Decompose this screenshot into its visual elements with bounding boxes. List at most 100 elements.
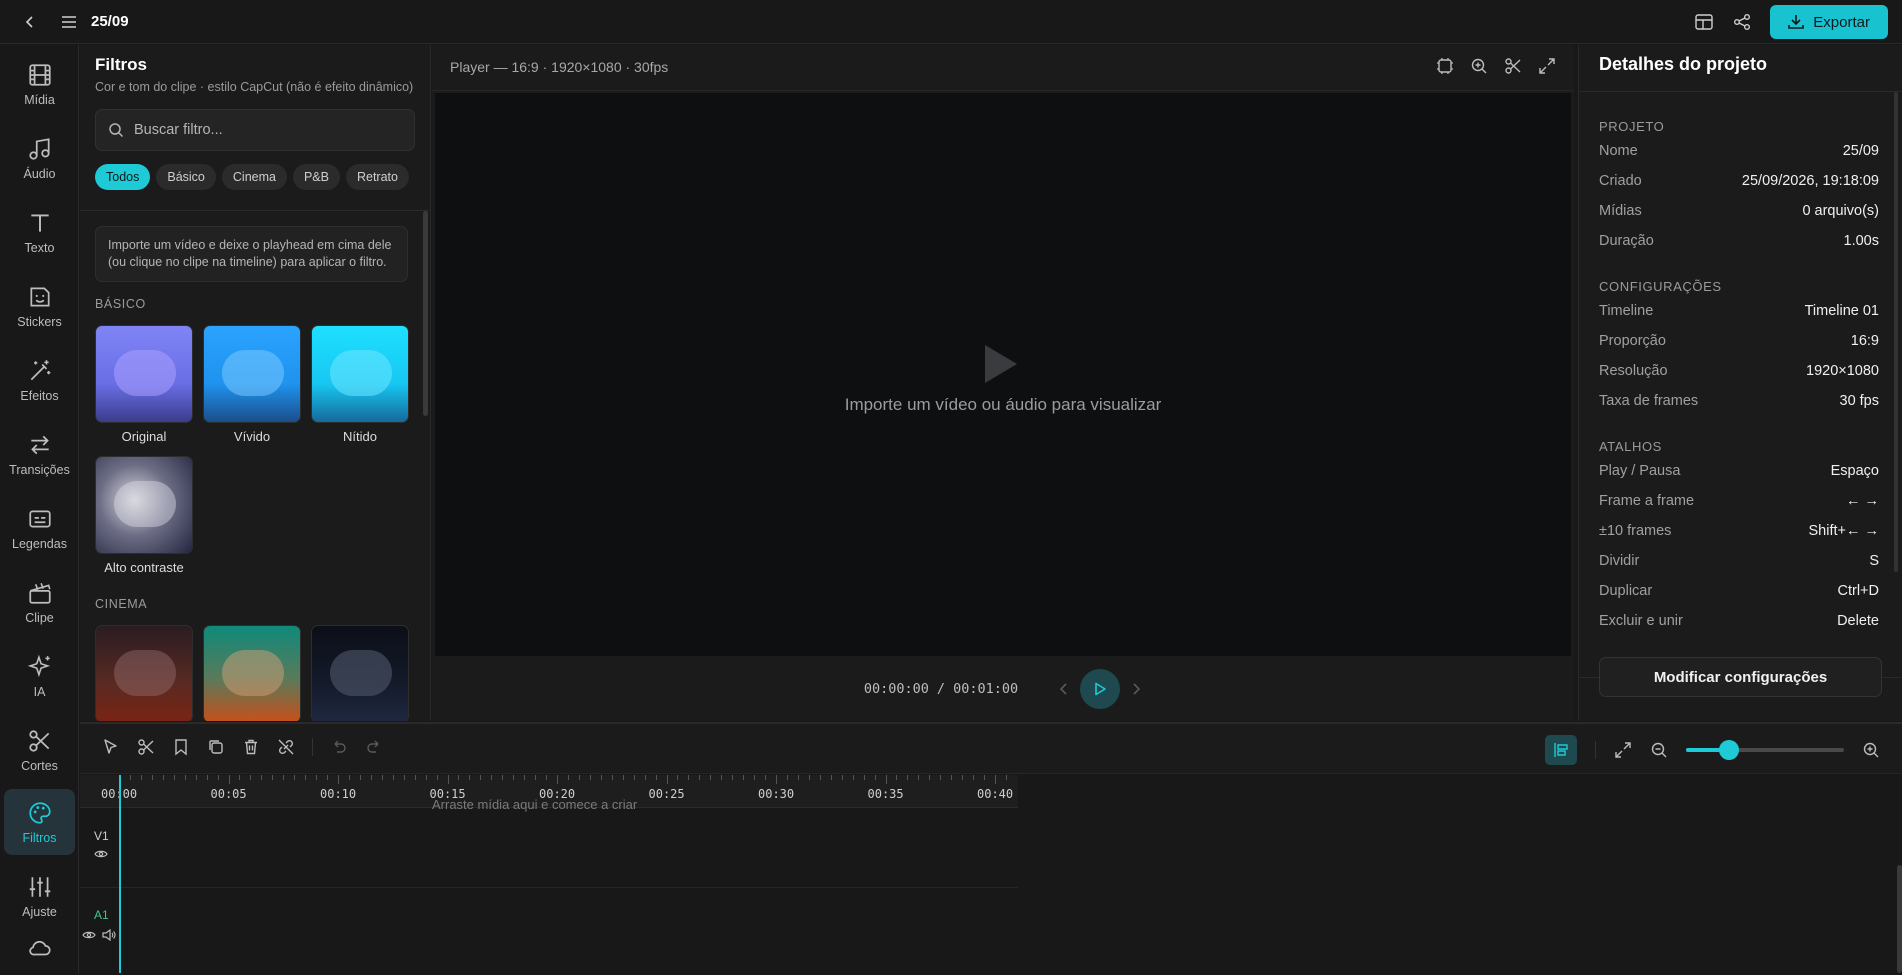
ruler-tick bbox=[852, 775, 854, 780]
timeline[interactable]: 00:0000:0500:1000:1500:2000:2500:3000:35… bbox=[80, 775, 1902, 973]
sidebar-item-label: Clipe bbox=[25, 610, 54, 625]
filter-thumb-alto-contraste[interactable] bbox=[95, 456, 193, 554]
zoom-in-icon[interactable] bbox=[1470, 57, 1488, 75]
filter-thumb-cinema-3[interactable] bbox=[311, 625, 409, 721]
section-label-configuracoes: CONFIGURAÇÕES bbox=[1599, 279, 1722, 294]
ruler-tick bbox=[699, 775, 701, 780]
sidebar-item-filtros[interactable]: Filtros bbox=[4, 789, 75, 855]
export-button[interactable]: Exportar bbox=[1770, 5, 1888, 39]
ruler-tick bbox=[425, 775, 427, 780]
detail-key: Duplicar bbox=[1599, 583, 1653, 599]
filter-thumb-vivido[interactable] bbox=[203, 325, 301, 423]
share-icon[interactable] bbox=[1732, 12, 1752, 32]
playhead[interactable] bbox=[119, 808, 121, 973]
ruler-tick bbox=[162, 775, 164, 780]
chip-pb[interactable]: P&B bbox=[292, 164, 340, 190]
eye-icon[interactable] bbox=[82, 930, 96, 940]
project-title: 25/09 bbox=[91, 13, 129, 30]
ruler-tick bbox=[206, 775, 208, 780]
redo-icon[interactable] bbox=[365, 738, 383, 756]
ruler-tick bbox=[283, 775, 285, 780]
layout-icon[interactable] bbox=[1694, 12, 1714, 32]
split-scissors-icon[interactable] bbox=[137, 738, 155, 756]
previous-frame-icon[interactable] bbox=[1058, 681, 1070, 697]
zoom-out-icon[interactable] bbox=[1650, 741, 1668, 759]
sidebar-item-legendas[interactable]: Legendas bbox=[4, 495, 75, 561]
filter-search-input[interactable]: Buscar filtro... bbox=[95, 109, 415, 151]
ruler-tick bbox=[261, 775, 263, 780]
scissors-icon[interactable] bbox=[1504, 57, 1522, 75]
details-title: Detalhes do projeto bbox=[1599, 54, 1768, 74]
menu-icon[interactable] bbox=[59, 12, 79, 32]
play-icon bbox=[1095, 682, 1106, 696]
bookmark-icon[interactable] bbox=[172, 738, 190, 756]
duplicate-icon[interactable] bbox=[207, 738, 225, 756]
sidebar-item-stickers[interactable]: Stickers bbox=[4, 273, 75, 339]
sidebar-item-transicoes[interactable]: Transições bbox=[4, 421, 75, 487]
sidebar-item-clipe[interactable]: Clipe bbox=[4, 569, 75, 635]
ruler-tick bbox=[228, 775, 230, 784]
play-button[interactable] bbox=[1080, 669, 1121, 709]
detail-row: Nome 25/09 bbox=[1599, 143, 1879, 159]
playhead-marker[interactable] bbox=[119, 775, 121, 808]
track-label: A1 bbox=[94, 908, 109, 922]
ruler-tick bbox=[151, 775, 153, 780]
chip-retrato[interactable]: Retrato bbox=[345, 164, 409, 190]
sidebar-item-efeitos[interactable]: Efeitos bbox=[4, 347, 75, 413]
delete-icon[interactable] bbox=[242, 738, 260, 756]
detail-value: 0 arquivo(s) bbox=[1802, 203, 1879, 219]
modify-settings-button[interactable]: Modificar configurações bbox=[1599, 657, 1882, 697]
ruler-tick bbox=[1005, 775, 1007, 780]
fit-timeline-icon[interactable] bbox=[1614, 741, 1632, 759]
zoom-in-icon[interactable] bbox=[1862, 741, 1880, 759]
sidebar-item-audio[interactable]: Áudio bbox=[4, 125, 75, 191]
chip-basico[interactable]: Básico bbox=[156, 164, 216, 190]
zoom-slider-handle[interactable] bbox=[1718, 740, 1739, 760]
detail-row: Excluir e unir Delete bbox=[1599, 613, 1879, 629]
fit-frame-icon[interactable] bbox=[1436, 57, 1454, 75]
panel-scrollbar[interactable] bbox=[423, 211, 428, 416]
ruler-tick bbox=[129, 775, 131, 780]
filter-thumb-original[interactable] bbox=[95, 325, 193, 423]
ruler-tick bbox=[644, 775, 646, 780]
select-cursor-icon[interactable] bbox=[102, 738, 120, 756]
total-time: / 00:01:00 bbox=[936, 681, 1019, 697]
volume-icon[interactable] bbox=[102, 929, 116, 941]
detail-key: Proporção bbox=[1599, 333, 1666, 349]
back-icon[interactable] bbox=[20, 12, 40, 32]
ruler-tick bbox=[754, 775, 756, 780]
sidebar-item-texto[interactable]: Texto bbox=[4, 199, 75, 265]
sticker-icon bbox=[29, 286, 50, 307]
detail-row: Taxa de frames 30 fps bbox=[1599, 393, 1879, 409]
chip-todos[interactable]: Todos bbox=[95, 164, 151, 190]
detail-key: ±10 frames bbox=[1599, 523, 1672, 539]
export-label: Exportar bbox=[1813, 13, 1870, 31]
track-audio-a1[interactable]: A1 bbox=[80, 889, 1018, 973]
sidebar-item-label: Mídia bbox=[24, 92, 55, 107]
ruler-tick-label: 00:40 bbox=[977, 787, 1014, 801]
detail-value: ← → bbox=[1845, 493, 1879, 509]
timeline-zoom-slider[interactable] bbox=[1686, 740, 1844, 760]
chip-cinema[interactable]: Cinema bbox=[221, 164, 287, 190]
details-scrollbar[interactable] bbox=[1894, 92, 1898, 572]
ruler-tick bbox=[327, 775, 329, 780]
magnet-snap-button[interactable] bbox=[1545, 735, 1577, 765]
eye-icon[interactable] bbox=[94, 849, 108, 859]
track-video-v1[interactable]: V1 bbox=[80, 809, 1018, 888]
detach-audio-icon[interactable] bbox=[277, 738, 295, 756]
undo-icon[interactable] bbox=[330, 738, 348, 756]
filter-thumb-cinema-1[interactable] bbox=[95, 625, 193, 721]
fullscreen-icon[interactable] bbox=[1538, 57, 1556, 75]
sidebar-item-cortes[interactable]: Cortes bbox=[4, 717, 75, 783]
detail-value: Timeline 01 bbox=[1804, 303, 1879, 319]
filter-thumb-cinema-2[interactable] bbox=[203, 625, 301, 721]
ruler-tick bbox=[305, 775, 307, 780]
sidebar-item-ia[interactable]: IA bbox=[4, 643, 75, 709]
timeline-scrollbar[interactable] bbox=[1897, 865, 1902, 973]
sidebar-item-ajuste[interactable]: Ajuste bbox=[4, 863, 75, 929]
sidebar-item-cloud[interactable] bbox=[4, 935, 75, 975]
next-frame-icon[interactable] bbox=[1130, 681, 1142, 697]
sidebar-item-midia[interactable]: Mídia bbox=[4, 51, 75, 117]
player-viewport[interactable]: Importe um vídeo ou áudio para visualiza… bbox=[435, 93, 1571, 656]
filter-thumb-nitido[interactable] bbox=[311, 325, 409, 423]
